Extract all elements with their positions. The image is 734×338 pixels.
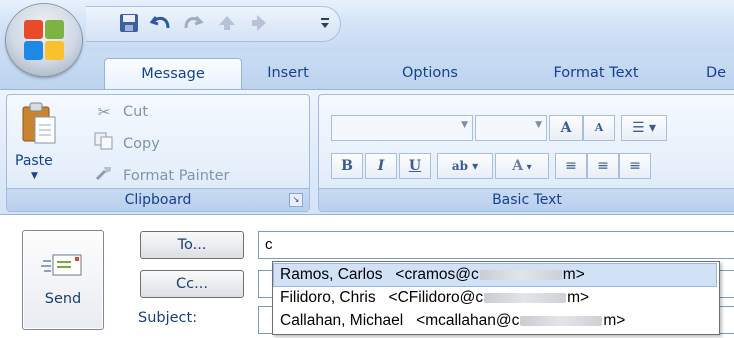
- envelope-icon: [41, 254, 82, 276]
- save-icon[interactable]: [116, 11, 142, 35]
- basic-text-group-label: Basic Text: [319, 188, 734, 211]
- quick-access-toolbar: [86, 6, 341, 42]
- chevron-down-icon: ▼: [31, 171, 38, 181]
- redacted-email: [484, 292, 567, 303]
- cut-label: Cut: [123, 104, 148, 120]
- basic-text-group: ▼ ▼ A A ☰ ▾ B I U ab ▾ A ▾ ≡ ≡ ≡ Basic T…: [318, 94, 734, 212]
- redacted-email: [479, 269, 562, 280]
- grow-font-button[interactable]: A: [549, 115, 583, 141]
- copy-icon: [93, 132, 115, 156]
- font-name-combo[interactable]: ▼: [331, 115, 473, 141]
- align-left-button[interactable]: ≡: [555, 153, 587, 179]
- send-button[interactable]: Send: [22, 230, 104, 330]
- chevron-down-icon: ▼: [535, 120, 542, 130]
- to-input-text: c: [265, 236, 273, 253]
- tab-format-text[interactable]: Format Text: [532, 58, 660, 88]
- highlighter-icon: ▾: [467, 159, 479, 173]
- paintbrush-icon: [93, 164, 115, 188]
- tab-message[interactable]: Message: [104, 58, 242, 89]
- align-right-icon: ≡: [629, 158, 641, 174]
- bullets-button[interactable]: ☰ ▾: [621, 115, 667, 141]
- contact-name: Ramos, Carlos: [280, 266, 383, 283]
- contact-email-end: m>: [562, 266, 585, 283]
- font-color-button[interactable]: A ▾: [495, 153, 549, 179]
- contact-email-end: m>: [567, 289, 590, 306]
- tab-developer[interactable]: De: [706, 58, 734, 88]
- paste-icon: [22, 102, 56, 144]
- cc-button[interactable]: Cc...: [140, 270, 244, 298]
- send-label: Send: [44, 291, 82, 307]
- ribbon: Paste ▼ ✂ Cut Copy Format Painter Clipbo…: [0, 89, 734, 215]
- shrink-font-button[interactable]: A: [583, 115, 615, 141]
- align-left-icon: ≡: [565, 158, 577, 174]
- contact-email-start: <cramos@c: [395, 266, 479, 283]
- highlight-label: ab: [451, 159, 468, 173]
- contact-email-start: <mcallahan@c: [416, 312, 520, 329]
- office-logo-icon: [24, 20, 64, 60]
- format-painter-label: Format Painter: [123, 168, 230, 184]
- align-center-icon: ≡: [597, 158, 609, 174]
- tab-insert[interactable]: Insert: [250, 58, 326, 88]
- contact-email-end: m>: [603, 312, 626, 329]
- paste-label: Paste: [15, 153, 53, 169]
- cut-button[interactable]: ✂ Cut: [93, 101, 148, 123]
- copy-label: Copy: [123, 136, 160, 152]
- align-right-button[interactable]: ≡: [619, 153, 651, 179]
- align-center-button[interactable]: ≡: [587, 153, 619, 179]
- format-painter-button[interactable]: Format Painter: [93, 165, 229, 187]
- contact-name: Filidoro, Chris: [280, 289, 376, 306]
- redo-icon[interactable]: [180, 11, 206, 35]
- ribbon-tabs: Message Insert Options Format Text De: [0, 52, 734, 90]
- contact-name: Callahan, Michael: [280, 312, 404, 329]
- to-field[interactable]: c: [258, 231, 734, 259]
- font-size-combo[interactable]: ▼: [475, 115, 547, 141]
- tab-options[interactable]: Options: [380, 58, 480, 88]
- redacted-email: [520, 315, 603, 326]
- autocomplete-item[interactable]: Filidoro, Chris <CFilidoro@c m>: [274, 287, 716, 309]
- previous-item-icon[interactable]: [214, 11, 240, 35]
- next-item-icon[interactable]: [246, 11, 272, 35]
- subject-label: Subject:: [138, 310, 198, 326]
- office-button[interactable]: [6, 4, 82, 76]
- italic-button[interactable]: I: [365, 153, 397, 179]
- scissors-icon: ✂: [97, 103, 111, 121]
- chevron-down-icon: ▼: [461, 120, 468, 130]
- autocomplete-item[interactable]: Ramos, Carlos <cramos@c m>: [273, 263, 717, 287]
- autocomplete-list: Ramos, Carlos <cramos@c m> Filidoro, Chri…: [272, 261, 720, 335]
- contact-email-start: <CFilidoro@c: [388, 289, 484, 306]
- copy-button[interactable]: Copy: [93, 132, 160, 156]
- bullets-icon: ☰ ▾: [631, 120, 657, 136]
- undo-icon[interactable]: [148, 11, 174, 35]
- to-button[interactable]: To...: [140, 231, 244, 259]
- autocomplete-item[interactable]: Callahan, Michael <mcallahan@c m>: [274, 310, 716, 332]
- underline-button[interactable]: U: [399, 153, 431, 179]
- clipboard-group-label: Clipboard: [7, 188, 309, 211]
- customize-qat-icon[interactable]: [312, 11, 338, 35]
- highlight-button[interactable]: ab ▾: [437, 153, 493, 179]
- bold-button[interactable]: B: [331, 153, 363, 179]
- font-color-label: A: [512, 158, 524, 174]
- dialog-launcher-icon[interactable]: ↘: [289, 193, 303, 207]
- clipboard-group: Paste ▼ ✂ Cut Copy Format Painter Clipbo…: [6, 94, 310, 212]
- chevron-down-icon: ▾: [523, 162, 532, 173]
